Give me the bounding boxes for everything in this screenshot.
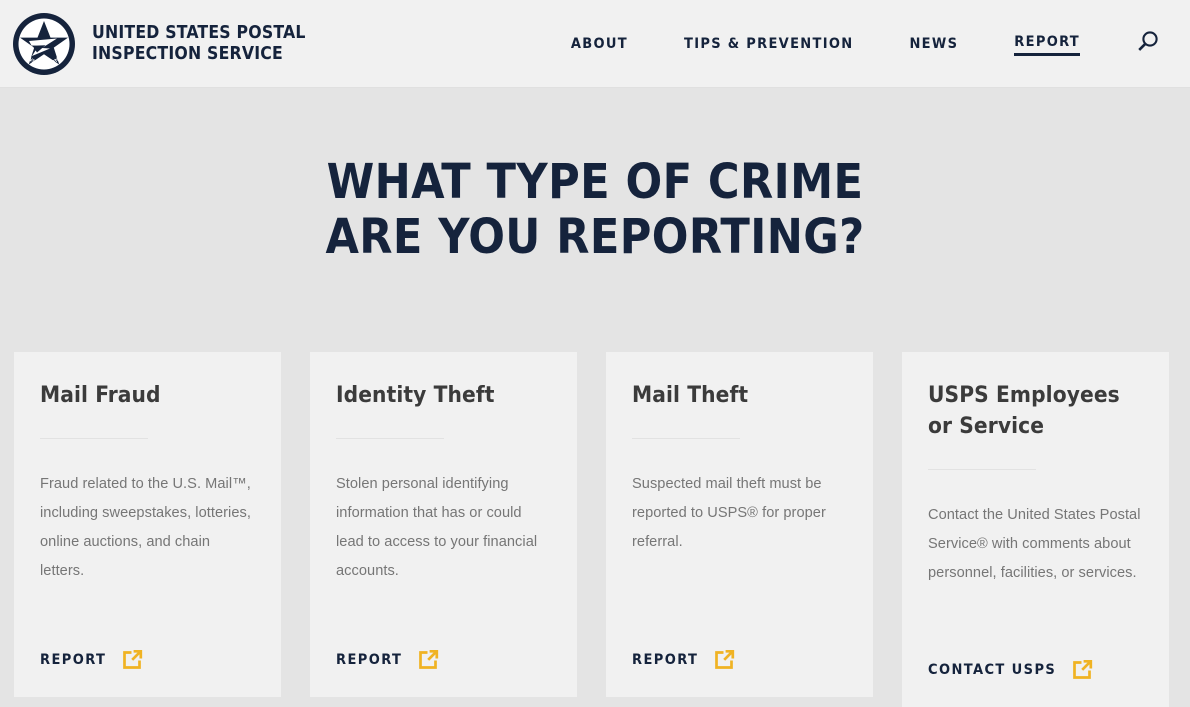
card-description: Fraud related to the U.S. Mail™, includi… <box>40 476 251 579</box>
nav-item-about[interactable]: ABOUT <box>543 34 656 54</box>
external-link-icon <box>415 647 441 673</box>
card-report-link-identity-theft[interactable]: REPORT <box>336 647 551 697</box>
card-title: Identity Theft <box>336 382 495 408</box>
card-description: Suspected mail theft must be reported to… <box>632 476 826 550</box>
crime-card-mail-theft[interactable]: Mail Theft Suspected mail theft must be … <box>606 352 873 697</box>
card-report-link-mail-theft[interactable]: REPORT <box>632 647 847 697</box>
card-title: Mail Fraud <box>40 382 161 408</box>
search-icon <box>1133 28 1161 61</box>
main-navigation: ABOUT TIPS & PREVENTION NEWS REPORT <box>543 0 1172 88</box>
card-spacer <box>40 586 255 647</box>
page-title-line1: WHAT TYPE OF CRIME <box>326 154 864 210</box>
site-header: UNITED STATES POSTAL INSPECTION SERVICE … <box>0 0 1190 88</box>
card-title: USPS Employees or Service <box>928 382 1120 439</box>
card-spacer <box>632 557 847 647</box>
nav-item-report[interactable]: REPORT <box>986 32 1108 56</box>
brand-name-line2: INSPECTION SERVICE <box>92 44 284 64</box>
card-link-label: REPORT <box>336 652 403 668</box>
card-link-label: REPORT <box>40 652 107 668</box>
hero-section: WHAT TYPE OF CRIME ARE YOU REPORTING? <box>0 88 1190 265</box>
nav-item-news[interactable]: NEWS <box>881 34 986 54</box>
crime-card-identity-theft[interactable]: Identity Theft Stolen personal identifyi… <box>310 352 577 697</box>
external-link-icon <box>1069 657 1095 683</box>
nav-item-tips-prevention[interactable]: TIPS & PREVENTION <box>656 34 881 54</box>
nav-link-report[interactable]: REPORT <box>1014 32 1080 56</box>
brand-name: UNITED STATES POSTAL INSPECTION SERVICE <box>92 23 306 65</box>
nav-link-news[interactable]: NEWS <box>909 34 958 54</box>
search-button[interactable] <box>1130 27 1164 61</box>
external-link-icon <box>711 647 737 673</box>
card-description: Stolen personal identifying information … <box>336 476 538 579</box>
card-link-label: CONTACT USPS <box>928 662 1057 678</box>
card-report-link-mail-fraud[interactable]: REPORT <box>40 647 255 697</box>
card-spacer <box>928 588 1143 657</box>
page-title: WHAT TYPE OF CRIME ARE YOU REPORTING? <box>0 88 1190 265</box>
external-link-icon <box>119 647 145 673</box>
brand-logo-lockup[interactable]: UNITED STATES POSTAL INSPECTION SERVICE … <box>10 8 306 80</box>
crime-type-card-grid: Mail Fraud Fraud related to the U.S. Mai… <box>14 352 1176 707</box>
usps-inspection-service-seal-icon: UNITED STATES POSTAL INSPECTION SERVICE <box>10 8 76 76</box>
card-title: Mail Theft <box>632 382 749 408</box>
card-description: Contact the United States Postal Service… <box>928 507 1141 581</box>
card-link-label: REPORT <box>632 652 699 668</box>
crime-card-mail-fraud[interactable]: Mail Fraud Fraud related to the U.S. Mai… <box>14 352 281 697</box>
card-contact-link-usps[interactable]: CONTACT USPS <box>928 657 1143 707</box>
crime-card-usps-employees-or-service[interactable]: USPS Employees or Service Contact the Un… <box>902 352 1169 707</box>
nav-link-tips-prevention[interactable]: TIPS & PREVENTION <box>684 34 853 54</box>
card-spacer <box>336 586 551 647</box>
brand-name-line1: UNITED STATES POSTAL <box>92 23 306 43</box>
nav-link-about[interactable]: ABOUT <box>571 34 628 54</box>
page-title-line2: ARE YOU REPORTING? <box>325 209 865 265</box>
